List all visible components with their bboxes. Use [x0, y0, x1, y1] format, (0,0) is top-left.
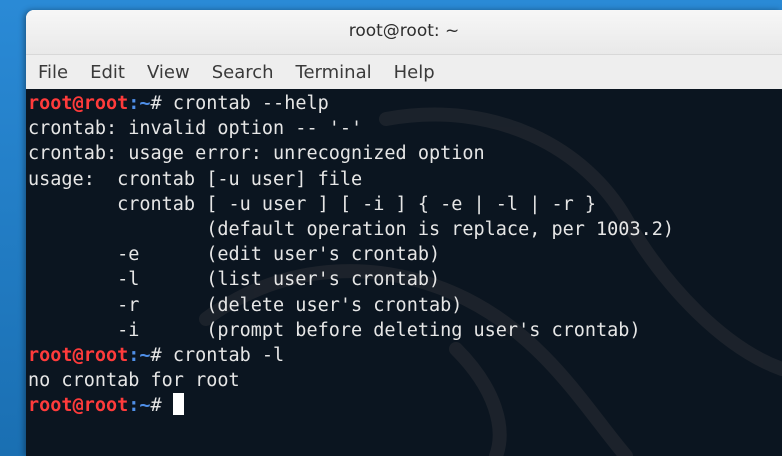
menu-edit[interactable]: Edit: [90, 62, 125, 83]
output-line: crontab: usage error: unrecognized optio…: [28, 143, 485, 165]
prompt-line: root@root:~#: [28, 393, 674, 418]
output-line: (default operation is replace, per 1003.…: [28, 218, 675, 240]
terminal-output: root@root:~# crontab --help crontab: inva…: [28, 91, 674, 418]
menu-bar: File Edit View Search Terminal Help: [26, 55, 782, 89]
prompt-symbol: #: [150, 395, 173, 417]
menu-search[interactable]: Search: [212, 62, 274, 83]
prompt-path: :~: [128, 344, 151, 366]
prompt-line: root@root:~# crontab -l: [28, 343, 674, 368]
prompt-user-host: root@root: [28, 344, 129, 366]
prompt-symbol: #: [150, 344, 173, 366]
prompt-line: root@root:~# crontab --help: [28, 91, 674, 116]
prompt-user-host: root@root: [28, 93, 129, 114]
command-text: crontab --help: [172, 93, 329, 114]
output-line: no crontab for root: [28, 370, 240, 392]
output-line: -l (list user's crontab): [28, 269, 441, 291]
terminal-area[interactable]: root@root:~# crontab --help crontab: inva…: [26, 89, 782, 456]
prompt-symbol: #: [150, 93, 173, 114]
menu-help[interactable]: Help: [394, 62, 435, 83]
text-cursor[interactable]: [172, 393, 184, 416]
output-line: crontab [ -u user ] [ -i ] { -e | -l | -…: [28, 193, 597, 215]
menu-view[interactable]: View: [147, 62, 190, 83]
prompt-user-host: root@root: [28, 395, 129, 417]
prompt-path: :~: [128, 93, 151, 114]
output-line: -i (prompt before deleting user's cronta…: [28, 319, 641, 341]
menu-file[interactable]: File: [38, 62, 68, 83]
title-bar[interactable]: root@root: ~: [26, 10, 782, 55]
output-line: -r (delete user's crontab): [28, 294, 463, 316]
menu-terminal[interactable]: Terminal: [296, 62, 372, 83]
prompt-path: :~: [128, 395, 151, 417]
window-title: root@root: ~: [348, 21, 460, 41]
output-line: crontab: invalid option -- '-': [28, 118, 363, 140]
command-text: crontab -l: [172, 344, 285, 366]
output-line: usage: crontab [-u user] file: [28, 168, 363, 190]
output-line: -e (edit user's crontab): [28, 244, 441, 266]
terminal-window[interactable]: root@root: ~ File Edit View Search Termi…: [26, 10, 782, 456]
